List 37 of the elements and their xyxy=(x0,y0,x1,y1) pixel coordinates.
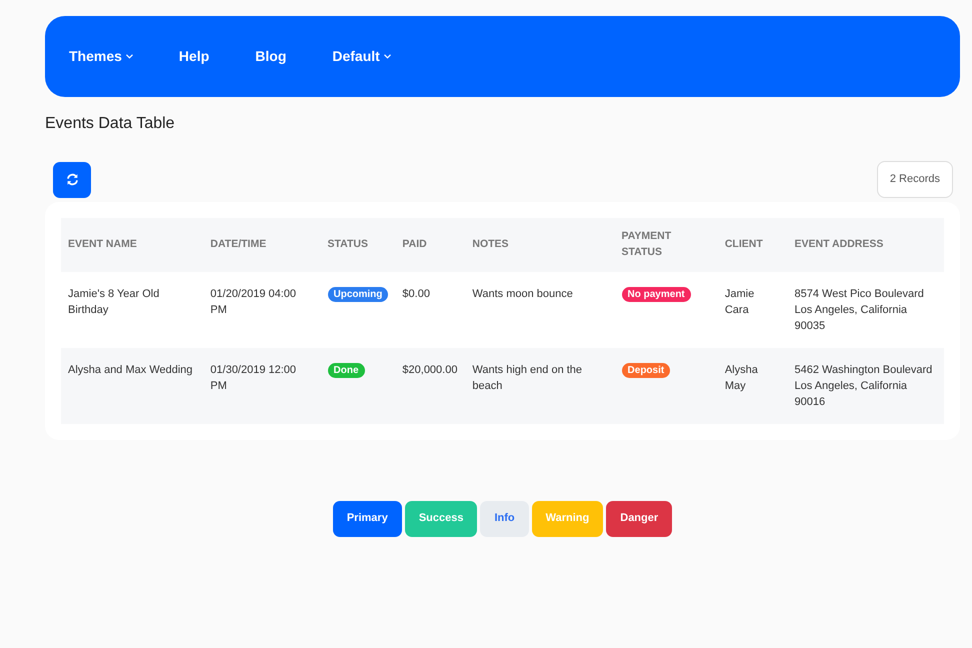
nav-dropdown[interactable]: Themes xyxy=(69,46,133,67)
table-cell: Wants high end on the beach xyxy=(465,348,615,424)
column-header: EVENT NAME xyxy=(61,218,204,272)
table-cell: Wants moon bounce xyxy=(465,272,615,348)
table-cell: 5462 Washington Boulevard Los Angeles, California 90016 xyxy=(788,348,944,424)
column-header: CLIENT xyxy=(718,218,788,272)
table-cell: $20,000.00 xyxy=(395,348,466,424)
column-header: PAYMENT STATUS xyxy=(614,218,718,272)
status-badge: Done xyxy=(328,362,365,378)
info-button[interactable]: Info xyxy=(480,500,529,537)
chevron-down-icon xyxy=(126,54,133,59)
nav-dropdown[interactable]: Default xyxy=(332,46,391,67)
column-header: NOTES xyxy=(465,218,615,272)
refresh-button[interactable] xyxy=(53,162,91,198)
primary-button[interactable]: Primary xyxy=(332,500,402,537)
table-cell: Alysha and Max Wedding xyxy=(61,348,204,424)
table-cell: Alysha May xyxy=(718,348,788,424)
page-title: Events Data Table xyxy=(45,114,176,134)
table-cell: Jamie's 8 Year Old Birthday xyxy=(61,272,204,348)
table-cell: $0.00 xyxy=(395,272,466,348)
status-badge: No payment xyxy=(622,286,691,302)
column-header: STATUS xyxy=(320,218,396,272)
refresh-icon xyxy=(66,173,78,186)
nav-link[interactable]: Help xyxy=(178,46,210,67)
table-cell: Jamie Cara xyxy=(718,272,788,348)
records-count-button[interactable]: 2 Records xyxy=(876,161,953,198)
table-cell: 01/30/2019 12:00 PM xyxy=(203,348,321,424)
danger-button[interactable]: Danger xyxy=(606,500,672,537)
status-badge: Upcoming xyxy=(328,286,388,302)
table-cell: 8574 West Pico Boulevard Los Angeles, California 90035 xyxy=(788,272,944,348)
column-header: DATE/TIME xyxy=(203,218,321,272)
nav-link[interactable]: Blog xyxy=(255,46,286,67)
chevron-down-icon xyxy=(384,54,391,59)
table-cell: 01/20/2019 04:00 PM xyxy=(203,272,321,348)
column-header: EVENT ADDRESS xyxy=(788,218,944,272)
status-badge: Deposit xyxy=(622,362,670,378)
column-header: PAID xyxy=(395,218,466,272)
